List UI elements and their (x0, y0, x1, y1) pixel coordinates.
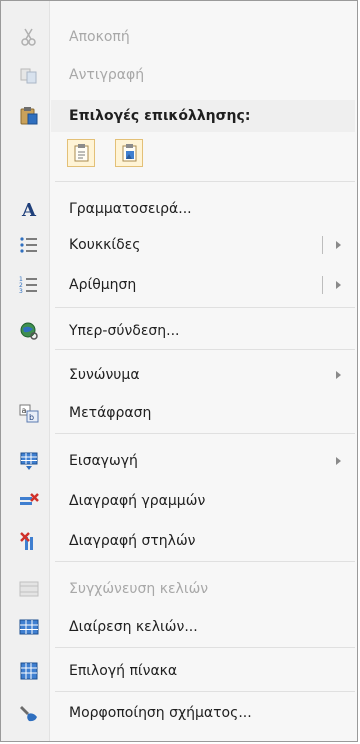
menu-item-paste-options: Επιλογές επικόλλησης: (1, 98, 357, 134)
delete-columns-icon (20, 532, 33, 550)
font-icon: A (21, 200, 37, 219)
delete-columns-label: Διαγραφή στηλών (69, 533, 196, 549)
menu-item-delete-columns[interactable]: Διαγραφή στηλών (1, 523, 357, 559)
hyperlink-globe-icon (20, 322, 38, 340)
translate-label: Μετάφραση (69, 405, 152, 421)
separator (55, 307, 355, 308)
insert-label: Εισαγωγή (69, 453, 138, 469)
menu-item-insert[interactable]: Εισαγωγή (1, 443, 357, 479)
menu-item-format-shape[interactable]: Μορφοποίηση σχήματος... (1, 695, 357, 731)
menu-item-merge-cells: Συγχώνευση κελιών (1, 571, 357, 607)
svg-text:A: A (21, 200, 37, 219)
delete-rows-icon (20, 493, 39, 505)
menu-item-font[interactable]: A Γραμματοσειρά... (1, 191, 357, 227)
copy-icon (20, 68, 37, 84)
merge-cells-label: Συγχώνευση κελιών (69, 581, 209, 597)
cut-label: Αποκοπή (69, 29, 130, 45)
svg-text:a: a (22, 406, 27, 415)
format-shape-icon (20, 706, 37, 722)
format-shape-label: Μορφοποίηση σχήματος... (69, 705, 252, 721)
numbering-icon: 1 2 3 (19, 276, 37, 295)
menu-item-split-cells[interactable]: Διαίρεση κελιών... (1, 609, 357, 645)
separator (55, 647, 355, 648)
paste-text-icon (74, 144, 89, 162)
menu-item-select-table[interactable]: Επιλογή πίνακα (1, 653, 357, 689)
paste-picture-icon (122, 144, 137, 162)
select-table-icon (20, 662, 38, 680)
paste-keep-text-button[interactable] (67, 139, 95, 167)
submenu-arrow-icon[interactable] (336, 281, 341, 289)
paste-options-label: Επιλογές επικόλλησης: (69, 108, 251, 124)
menu-item-copy: Αντιγραφή (1, 57, 357, 93)
submenu-arrow-icon (336, 371, 341, 379)
separator (55, 433, 355, 434)
menu-item-translate[interactable]: a b Μετάφραση (1, 395, 357, 431)
menu-item-synonyms[interactable]: Συνώνυμα (1, 357, 357, 393)
split-cells-label: Διαίρεση κελιών... (69, 619, 198, 635)
context-menu: Αποκοπή Αντιγραφή Επιλογές επικόλλησης: (0, 0, 358, 742)
separator (55, 561, 355, 562)
synonyms-label: Συνώνυμα (69, 367, 140, 383)
menu-item-cut: Αποκοπή (1, 19, 357, 55)
numbering-label: Αρίθμηση (69, 277, 137, 293)
hyperlink-label: Υπερ-σύνδεση... (69, 323, 180, 339)
paste-picture-button[interactable] (115, 139, 143, 167)
svg-text:b: b (29, 413, 34, 422)
split-cells-icon (19, 619, 39, 635)
split-divider (322, 236, 323, 254)
insert-table-icon (20, 452, 38, 470)
select-table-label: Επιλογή πίνακα (69, 663, 178, 679)
submenu-arrow-icon (336, 457, 341, 465)
submenu-arrow-icon[interactable] (336, 241, 341, 249)
bullets-label: Κουκκίδες (69, 237, 141, 253)
menu-item-delete-rows[interactable]: Διαγραφή γραμμών (1, 483, 357, 519)
font-label: Γραμματοσειρά... (69, 201, 192, 217)
bullets-icon (20, 237, 37, 253)
copy-label: Αντιγραφή (69, 67, 145, 83)
svg-text:3: 3 (19, 288, 23, 295)
menu-item-hyperlink[interactable]: Υπερ-σύνδεση... (1, 313, 357, 349)
separator (55, 349, 355, 350)
translate-icon: a b (19, 404, 39, 423)
clipboard-icon (20, 107, 38, 125)
menu-item-bullets[interactable]: Κουκκίδες (1, 227, 357, 263)
separator (55, 691, 355, 692)
separator (55, 181, 355, 182)
scissors-icon (21, 28, 36, 46)
merge-cells-icon (19, 581, 39, 597)
split-divider (322, 276, 323, 294)
delete-rows-label: Διαγραφή γραμμών (69, 493, 206, 509)
menu-item-numbering[interactable]: 1 2 3 Αρίθμηση (1, 267, 357, 303)
